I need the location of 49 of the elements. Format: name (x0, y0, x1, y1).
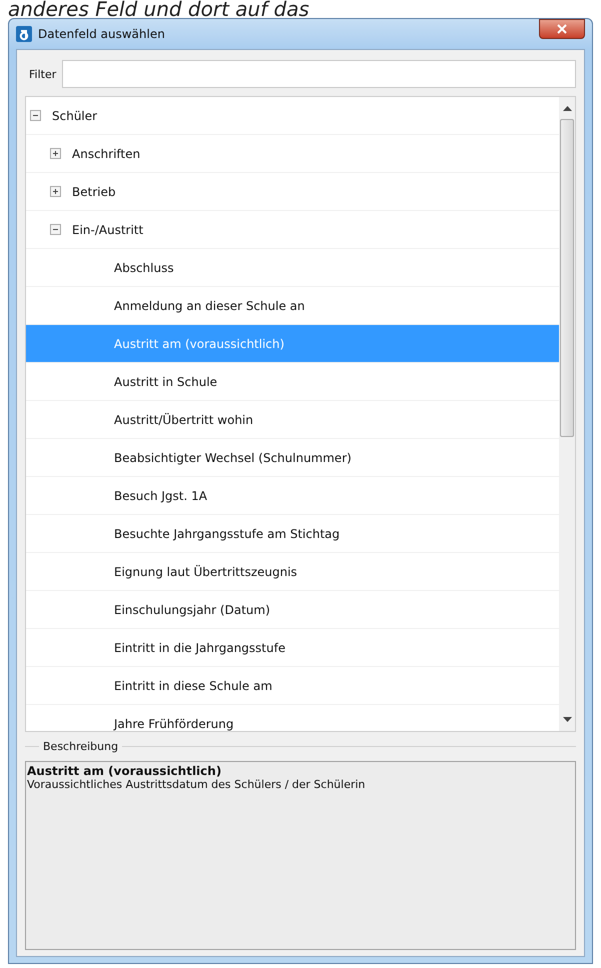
window-title: Datenfeld auswählen (38, 27, 166, 41)
tree-row[interactable]: Besuch Jgst. 1A (26, 477, 559, 515)
tree-item-label: Austritt am (voraussichtlich) (113, 336, 286, 352)
tree-item-label: Jahre Frühförderung (112, 716, 235, 731)
filter-label: Filter (29, 68, 56, 80)
collapse-icon[interactable] (50, 224, 61, 235)
tree-row[interactable]: Einschulungsjahr (Datum) (26, 591, 559, 629)
tree-item-label: Einschulungsjahr (Datum) (113, 602, 271, 618)
tree-row[interactable]: Ein-/Austritt (26, 211, 559, 249)
tree-row[interactable]: Anschriften (26, 135, 559, 173)
tree-item-label: Anschriften (71, 146, 142, 162)
tree-item-label: Besuch Jgst. 1A (113, 488, 208, 504)
tree-item-label: Austritt/Übertritt wohin (113, 412, 254, 428)
description-legend: Beschreibung (43, 740, 118, 753)
description-text: Voraussichtliches Austrittsdatum des Schülers / der Schülerin (27, 778, 366, 791)
tree-row[interactable]: Eintritt in diese Schule am (26, 667, 559, 705)
scroll-down-icon[interactable] (562, 717, 572, 723)
collapse-icon[interactable] (30, 110, 41, 121)
scroll-up-icon[interactable] (562, 105, 572, 111)
description-title: Austritt am (voraussichtlich) (27, 764, 222, 778)
expand-icon[interactable] (50, 148, 61, 159)
app-logo-icon (16, 26, 32, 42)
tree-row[interactable]: Abschluss (26, 249, 559, 287)
tree-item-label: Anmeldung an dieser Schule an (113, 298, 306, 314)
tree-item-label: Betrieb (71, 184, 117, 200)
tree-item-label: Austritt in Schule (113, 374, 218, 390)
tree-row[interactable]: Besuchte Jahrgangsstufe am Stichtag (26, 515, 559, 553)
tree-item-label: Besuchte Jahrgangsstufe am Stichtag (113, 526, 341, 542)
scrollbar-thumb[interactable] (560, 119, 574, 437)
close-button[interactable] (539, 19, 585, 39)
tree-item-label: Eintritt in diese Schule am (113, 678, 274, 694)
close-icon (557, 24, 567, 34)
tree-item-label: Ein-/Austritt (71, 222, 144, 238)
scrollbar[interactable] (559, 97, 575, 731)
expand-icon[interactable] (50, 186, 61, 197)
tree-item-label: Beabsichtigter Wechsel (Schulnummer) (113, 450, 352, 466)
tree-row[interactable]: Austritt in Schule (26, 363, 559, 401)
tree-item-label: Abschluss (113, 260, 175, 276)
tree-row[interactable]: Betrieb (26, 173, 559, 211)
tree-item-label: Eintritt in die Jahrgangsstufe (113, 640, 286, 656)
page-caption: anderes Feld und dort auf das (7, 0, 310, 18)
tree-row[interactable]: Eignung laut Übertrittszeugnis (26, 553, 559, 591)
tree-item-label: Schüler (51, 108, 98, 124)
tree-row[interactable]: Eintritt in die Jahrgangsstufe (26, 629, 559, 667)
tree-row[interactable]: Austritt/Übertritt wohin (26, 401, 559, 439)
filter-field[interactable] (62, 60, 576, 88)
tree-row[interactable]: Schüler (26, 97, 559, 135)
tree-item-label: Eignung laut Übertrittszeugnis (113, 564, 298, 580)
tree-row[interactable]: Beabsichtigter Wechsel (Schulnummer) (26, 439, 559, 477)
